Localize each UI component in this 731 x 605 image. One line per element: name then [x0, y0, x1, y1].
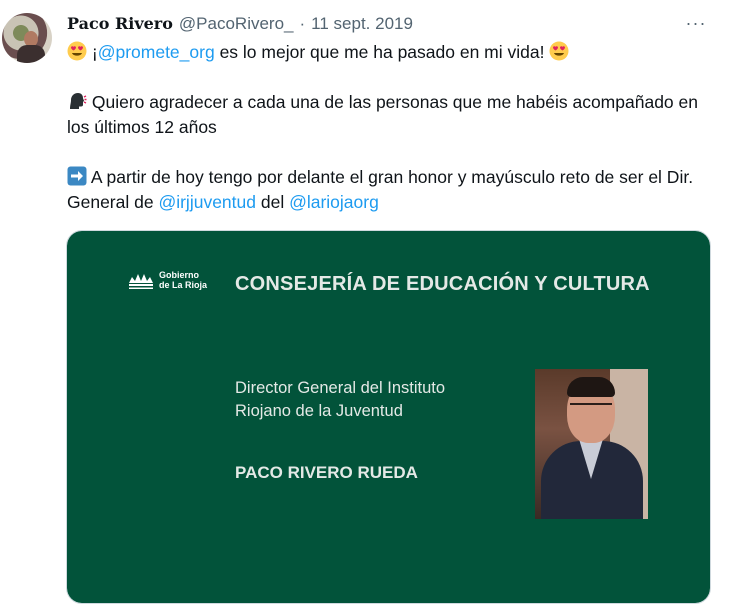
role-line-2: Riojano de la Juventud — [235, 402, 403, 420]
tweet-text: ¡@promete_org es lo mejor que me ha pasa… — [67, 40, 717, 215]
tweet-date[interactable]: 11 sept. 2019 — [311, 14, 413, 34]
tweet-line-1: ¡@promete_org es lo mejor que me ha pasa… — [67, 40, 717, 65]
header-separator: · — [299, 14, 306, 33]
role-line-1: Director General del Instituto — [235, 379, 446, 397]
gobierno-la-rioja-logo: Gobierno de La Rioja — [127, 269, 207, 291]
tweet-media-image[interactable]: Gobierno de La Rioja CONSEJERÍA DE EDUCA… — [66, 230, 711, 604]
heart-eyes-emoji-icon — [67, 41, 87, 61]
logo-text: Gobierno de La Rioja — [159, 270, 207, 290]
la-rioja-crown-icon — [129, 274, 153, 289]
right-arrow-emoji-icon — [67, 166, 87, 186]
photo-glasses — [570, 403, 612, 415]
mention-lariojaorg[interactable]: @lariojaorg — [289, 192, 379, 212]
announcement-slide: Gobierno de La Rioja CONSEJERÍA DE EDUCA… — [67, 231, 710, 603]
paragraph2-text: Quiero agradecer a cada una de las perso… — [67, 92, 698, 137]
avatar-body — [17, 45, 45, 63]
logo-line-1: Gobierno — [159, 270, 199, 280]
portrait-photo — [535, 369, 648, 519]
tweet-header: Paco Rivero @PacoRivero_ · 11 sept. 2019 — [67, 14, 691, 38]
author-name[interactable]: Paco Rivero — [67, 14, 173, 33]
author-avatar[interactable] — [2, 13, 52, 63]
line1-text: es lo mejor que me ha pasado en mi vida! — [214, 42, 545, 62]
mention-irjjuventud[interactable]: @irjjuventud — [158, 192, 256, 212]
logo-line-2: de La Rioja — [159, 280, 208, 290]
role-description: Director General del Instituto Riojano d… — [235, 377, 515, 423]
tweet-paragraph-3: A partir de hoy tengo por delante el gra… — [67, 165, 717, 215]
speaking-head-emoji-icon — [70, 93, 87, 109]
tweet-paragraph-2: Quiero agradecer a cada una de las perso… — [67, 90, 717, 140]
person-name: PACO RIVERO RUEDA — [235, 463, 418, 482]
photo-hair — [567, 377, 615, 397]
more-options-icon[interactable]: ··· — [685, 12, 707, 34]
paragraph3-middle: del — [256, 192, 290, 212]
author-handle[interactable]: @PacoRivero_ — [179, 14, 294, 34]
heart-eyes-emoji-icon — [549, 41, 569, 61]
mention-promete-org[interactable]: @promete_org — [98, 42, 215, 62]
slide-title: CONSEJERÍA DE EDUCACIÓN Y CULTURA — [235, 273, 650, 295]
